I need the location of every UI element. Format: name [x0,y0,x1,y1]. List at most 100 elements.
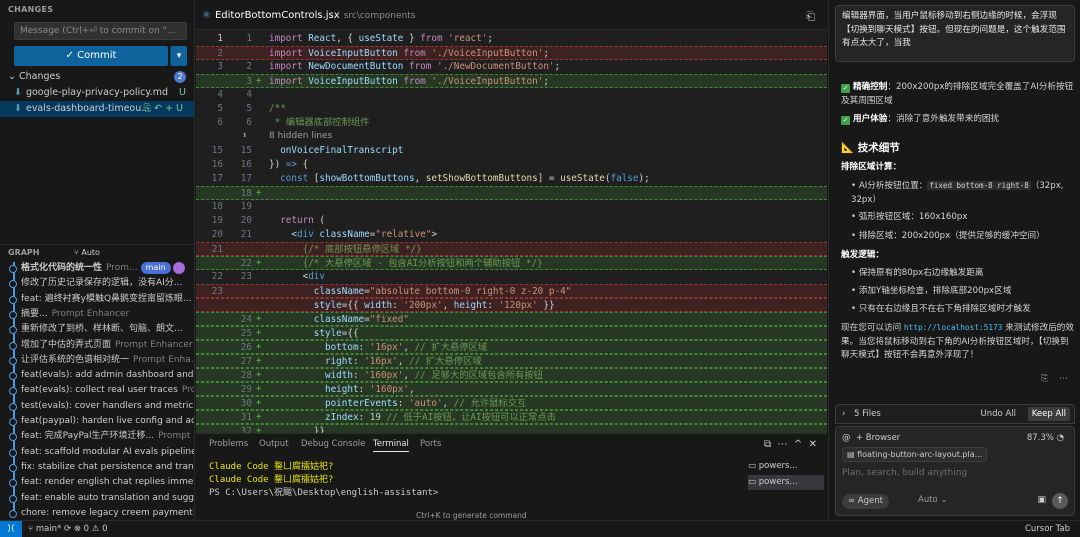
expand-icon: ⬍ [242,131,248,141]
usage-ring-icon: ◔ [1056,433,1064,443]
terminal-instance[interactable]: ▭ powers... [748,459,824,474]
keep-all-button[interactable]: Keep All [1027,407,1070,421]
commit-message: feat(paypal): harden live config and ad.… [21,416,195,426]
code-line: 66 * 编辑器底部控制组件 [217,117,370,128]
maximize-icon[interactable]: ^ [794,439,802,450]
terminal-instance-label: powers... [758,461,798,471]
browser-context[interactable]: @ + Browser [842,433,900,443]
calc-item: • 排除区域：200x200px（提供足够的缓冲空间） [851,231,1045,241]
terminal-instance[interactable]: ▭ powers... [748,475,824,490]
copy-icon[interactable]: ⎘ [1041,374,1048,384]
image-icon[interactable]: ▣ [1037,495,1046,505]
changes-count-badge: 2 [174,71,186,83]
commit-message: test(evals): cover handlers and metrics.… [21,400,195,411]
open-file-icon[interactable]: ⎘ [143,103,154,114]
branch-badge[interactable]: main [140,262,171,274]
graph-branch-filter[interactable]: ⑂ Auto [74,245,100,261]
commit-message: feat: render english chat replies immedi… [21,477,195,488]
files-count: 5 Files [854,409,881,419]
changes-section-header[interactable]: CHANGES [0,0,194,20]
tab-ports[interactable]: Ports [420,439,441,449]
commit-message: feat: 遍终衬赛y模触Q鼻鹅变捏甯留炼眼... [21,293,192,304]
close-icon[interactable]: ✕ [809,439,817,450]
code-line: 18 19 [211,201,252,212]
stage-icon[interactable]: + [165,103,176,114]
file-name: evals-dashboard-timeou... [25,103,151,114]
commit-node-icon [9,402,17,411]
react-file-icon: ⚛ [202,10,211,21]
result-item-text: ：消除了意外触发带来的困扰 [887,114,1000,124]
terminal-line: Claude Code 鍪ㄩ腐擂姑祀? [209,459,333,472]
tab-terminal[interactable]: Terminal [373,439,409,452]
changed-files-bar[interactable]: › 5 Files Undo All Keep All [835,404,1075,424]
cursor-tab-status[interactable]: Cursor Tab [1025,521,1070,537]
calc-item: • AI分析按钮位置： fixed bottom-8 right-8 （32px, … [851,181,1064,205]
graph-auto-label: Auto [81,248,100,257]
tab-problems[interactable]: Problems [209,439,248,449]
localhost-link[interactable]: http://localhost:5173 [904,323,1003,332]
commit-message: feat(evals): add admin dashboard and ... [21,370,195,381]
split-panel-icon[interactable]: ⧉ [764,439,771,450]
tab-debug-console[interactable]: Debug Console [301,439,365,449]
attached-file-chip[interactable]: ▤ floating-button-arc-layout.pla... [842,447,988,462]
code-line: 15 15 onVoiceFinalTranscript [211,145,404,156]
commit-dropdown-button[interactable]: ▾ [170,46,187,66]
model-selector[interactable]: Auto ⌄ [918,495,948,505]
commit-message: feat(evals): collect real user traces [21,385,178,396]
calc-title: 排除区域计算： [841,162,902,172]
logic-item-text: 保持原有的80px右边缘触发距离 [858,268,984,278]
commit-node-icon [9,280,17,289]
model-label: Auto [918,495,938,505]
markdown-file-icon: ⬇ [14,103,22,114]
user-message[interactable]: 编辑器界面，当用户鼠标移动到右侧边缘的时候，会浮现【切换到聊天模式】按钮。但现在… [835,5,1075,62]
branch-indicator[interactable]: ⑂ main* ⟳ ⊗ 0 ⚠ 0 [28,521,108,537]
changed-file-item[interactable]: ⬇ google-play-privacy-policy.md U [0,85,194,101]
summary-text: 现在您可以访问 http://localhost:5173 来测试修改后的效果。… [841,321,1075,363]
result-item: ✓ 精确控制：200x200px的排除区域完全覆盖了AI分析按钮及其周围区域 [841,80,1075,108]
more-options-icon[interactable]: ⋯ [1059,374,1068,384]
terminal-text: Claude Code 鍪ㄩ腐擂姑祀? [209,462,334,472]
code-diff-view[interactable]: 1 1 import React, { useState } from 'react… [196,30,827,433]
changed-file-item[interactable]: ⬇ evals-dashboard-timeou... ⎘↶+U [0,101,194,117]
code-line-added: 3 + import VoiceInputButton from './VoiceI… [196,74,827,88]
commit-author: Prompt Enhancer [115,339,193,350]
chat-input-box[interactable]: @ + Browser 87.3% ◔ ▤ floating-button-ar… [835,426,1075,516]
code-line-added: 28 + width: '160px', // 足够大的区域包含所有按钮 [196,368,827,382]
terminal-prompt[interactable]: PS C:\Users\祝颰\Desktop\english-assistant… [209,485,438,498]
hidden-lines-expander[interactable]: ⬍ 8 hidden lines [196,130,827,144]
commit-message: 摘要... [21,308,48,319]
editor-tab[interactable]: ⚛ EditorBottomControls.jsx src\components [202,6,415,26]
changes-group[interactable]: ⌄ Changes 2 [0,69,194,85]
commit-message: 格式化代码的统一性 [21,263,103,273]
result-item: ✓ 用户体验：消除了意外触发带来的困扰 [841,112,1075,126]
undo-all-button[interactable]: Undo All [981,405,1016,423]
graph-section-header[interactable]: GRAPH ⑂ Auto [0,244,194,261]
source-control-panel: CHANGES Message (Ctrl+⏎ to commit on "..… [0,0,195,520]
commit-button[interactable]: ✓ Commit [14,46,168,66]
tab-file-path: src\components [343,11,416,21]
commit-node-icon [9,494,17,503]
check-icon: ✓ [841,84,850,93]
code-line: 16 16}) => { [211,159,309,170]
commit-author: Prom... [181,385,195,396]
commit-node-icon [9,448,17,457]
commit-message-input[interactable]: Message (Ctrl+⏎ to commit on "... [14,22,187,40]
agent-mode-selector[interactable]: ∞ Agent [842,494,889,509]
tab-file-name: EditorBottomControls.jsx [214,10,340,21]
send-button[interactable]: ↑ [1052,493,1068,509]
chat-input[interactable]: Plan, search, build anything [842,468,967,478]
tab-output[interactable]: Output [259,439,289,449]
editor-area: ⚛ EditorBottomControls.jsx src\components … [196,0,827,433]
open-changes-icon[interactable]: ⎗ [806,10,815,24]
graph-commit-row[interactable]: chore: remove legacy creem payment i... [0,505,194,520]
commit-message: feat: enable auto translation and sugge.… [21,492,195,503]
commit-message: feat: scaffold modular AI evals pipeline… [21,446,195,457]
commit-message: 重新修改了到桥、样林断、句脑、朗文... [21,324,183,335]
attached-file-name: floating-button-arc-layout.pla... [857,450,983,459]
discard-icon[interactable]: ↶ [154,103,165,114]
summary-part: 现在您可以访问 [841,323,902,333]
remote-icon[interactable]: ⟩⟨ [0,521,22,537]
changes-label: Changes [18,71,61,82]
more-icon[interactable]: ⋯ [778,439,788,450]
code-line: 19 20 return ( [211,215,325,226]
